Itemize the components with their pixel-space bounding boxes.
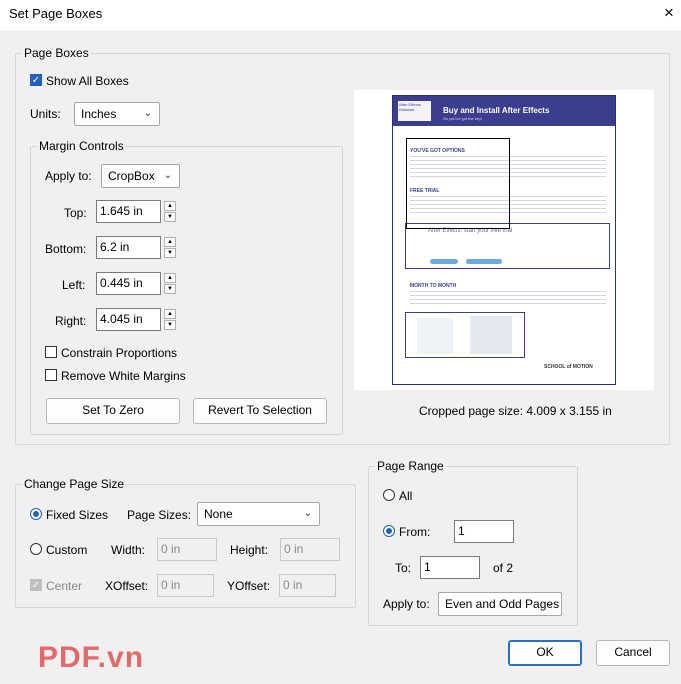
preview-plan-card <box>470 316 512 354</box>
chevron-down-icon: ⌄ <box>545 598 554 609</box>
right-label: Right: <box>55 314 87 328</box>
range-apply-to-value: Even and Odd Pages <box>445 597 560 611</box>
from-input[interactable]: 1 <box>454 520 514 543</box>
crop-box-outline <box>406 138 510 229</box>
bottom-increment-button[interactable]: ▲ <box>164 237 176 247</box>
right-decrement-button[interactable]: ▼ <box>164 320 176 330</box>
chevron-down-icon: ⌄ <box>143 108 152 119</box>
xoffset-input[interactable]: 0 in <box>157 574 214 597</box>
left-label: Left: <box>62 278 86 292</box>
chevron-down-icon: ⌄ <box>163 170 172 181</box>
left-input[interactable]: 0.445 in <box>96 272 161 295</box>
from-label[interactable]: From: <box>399 525 430 539</box>
top-input[interactable]: 1.645 in <box>96 200 161 223</box>
width-label: Width: <box>111 543 146 557</box>
close-icon[interactable]: × <box>661 4 677 22</box>
from-radio[interactable] <box>383 525 395 537</box>
margin-controls-legend: Margin Controls <box>37 139 126 153</box>
page-total-label: of 2 <box>493 561 514 575</box>
preview-heading-month: MONTH TO MONTH <box>410 283 457 289</box>
preview-text-block <box>410 291 606 305</box>
preview-title: Buy and Install After Effects <box>443 106 550 115</box>
center-checkbox[interactable]: ✓ <box>30 579 42 591</box>
center-label[interactable]: Center <box>46 579 82 593</box>
remove-white-margins-checkbox[interactable] <box>45 369 57 381</box>
top-increment-button[interactable]: ▲ <box>164 201 176 211</box>
preview-subtitle: So you've got the key! <box>443 116 483 121</box>
bottom-decrement-button[interactable]: ▼ <box>164 248 176 258</box>
page-sizes-label: Page Sizes: <box>127 508 192 522</box>
watermark-logo: PDF.vn <box>38 641 145 674</box>
show-all-boxes-label[interactable]: Show All Boxes <box>46 74 129 88</box>
units-value: Inches <box>81 107 117 121</box>
all-pages-radio[interactable] <box>383 489 395 501</box>
width-input[interactable]: 0 in <box>157 538 217 561</box>
yoffset-input[interactable]: 0 in <box>279 574 336 597</box>
preview-plan-card <box>417 318 453 354</box>
to-label: To: <box>395 561 412 575</box>
right-increment-button[interactable]: ▲ <box>164 309 176 319</box>
top-decrement-button[interactable]: ▼ <box>164 212 176 222</box>
preview-footer-brand: SCHOOL of MOTION <box>544 364 593 370</box>
to-input[interactable]: 1 <box>420 556 480 579</box>
height-input[interactable]: 0 in <box>280 538 340 561</box>
top-label: Top: <box>64 206 87 220</box>
left-increment-button[interactable]: ▲ <box>164 273 176 283</box>
all-pages-label[interactable]: All <box>399 489 412 503</box>
xoffset-label: XOffset: <box>105 579 149 593</box>
custom-label[interactable]: Custom <box>46 543 87 557</box>
units-label: Units: <box>30 107 61 121</box>
fixed-sizes-label[interactable]: Fixed Sizes <box>46 508 108 522</box>
constrain-proportions-checkbox[interactable] <box>45 346 57 358</box>
page-boxes-legend: Page Boxes <box>22 46 91 60</box>
apply-to-select[interactable]: CropBox ⌄ <box>101 164 180 188</box>
apply-to-value: CropBox <box>108 169 155 183</box>
set-to-zero-button[interactable]: Set To Zero <box>46 398 180 424</box>
preview-trial-button <box>430 259 458 264</box>
constrain-proportions-label[interactable]: Constrain Proportions <box>61 346 177 360</box>
change-page-size-legend: Change Page Size <box>22 477 127 491</box>
page-sizes-select[interactable]: None ⌄ <box>197 502 320 526</box>
revert-to-selection-button[interactable]: Revert To Selection <box>193 398 327 424</box>
dialog-title: Set Page Boxes <box>9 6 103 21</box>
preview-trial-button <box>466 259 502 264</box>
cropped-page-size: Cropped page size: 4.009 x 3.155 in <box>419 404 612 418</box>
height-label: Height: <box>230 543 269 557</box>
show-all-boxes-checkbox[interactable]: ✓ <box>30 74 42 86</box>
chevron-down-icon: ⌄ <box>303 508 312 519</box>
units-select[interactable]: Inches ⌄ <box>74 102 160 126</box>
bottom-label: Bottom: <box>45 242 87 256</box>
remove-white-margins-label[interactable]: Remove White Margins <box>61 369 186 383</box>
fixed-sizes-radio[interactable] <box>30 508 42 520</box>
cancel-button[interactable]: Cancel <box>596 640 670 666</box>
page-sizes-value: None <box>204 507 233 521</box>
page-range-legend: Page Range <box>375 459 446 473</box>
left-decrement-button[interactable]: ▼ <box>164 284 176 294</box>
ok-button[interactable]: OK <box>508 640 582 666</box>
range-apply-to-label: Apply to: <box>383 597 430 611</box>
apply-to-label: Apply to: <box>45 169 92 183</box>
yoffset-label: YOffset: <box>227 579 271 593</box>
right-input[interactable]: 4.045 in <box>96 308 161 331</box>
preview-logo: After Effects Kickstart <box>398 101 431 121</box>
custom-radio[interactable] <box>30 543 42 555</box>
bottom-input[interactable]: 6.2 in <box>96 236 161 259</box>
range-apply-to-select[interactable]: Even and Odd Pages ⌄ <box>438 592 562 616</box>
